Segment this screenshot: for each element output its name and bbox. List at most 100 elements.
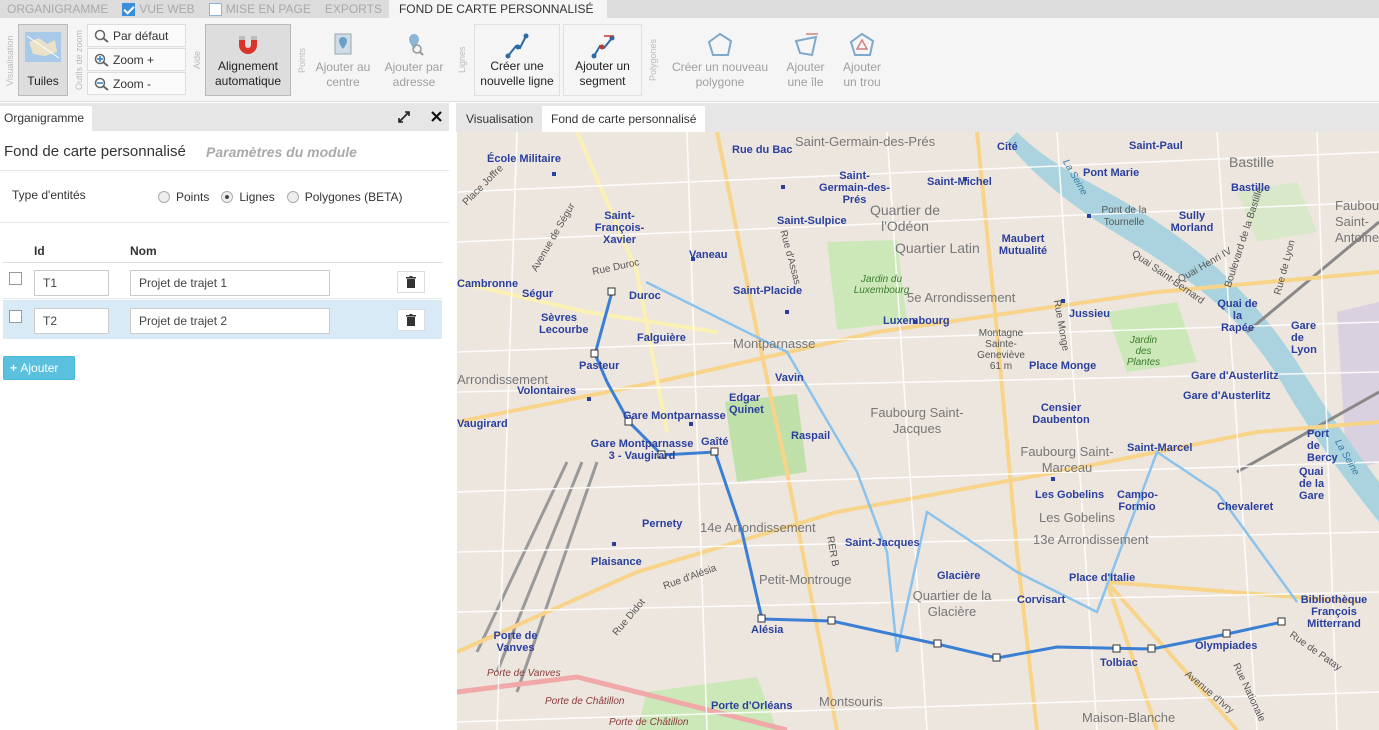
map-label: Quai de la Gare (1299, 466, 1325, 502)
right-panel-tab-bar: Visualisation Fond de carte personnalisé (456, 103, 1379, 132)
column-header-nom: Nom (130, 244, 157, 258)
map-label: Glacière (937, 570, 981, 582)
table-row[interactable]: T2 Projet de trajet 2 (3, 300, 442, 339)
map-label: Pernety (642, 518, 683, 530)
zoom-minus-label: Zoom - (113, 76, 152, 91)
ajouter-trou-button[interactable]: Ajouter un trou (836, 24, 888, 96)
map-label: Jardin du Luxembourg (853, 274, 910, 296)
tab-organigramme[interactable]: ORGANIGRAMME (0, 0, 115, 18)
radio-lignes[interactable] (221, 191, 234, 203)
map-label: Arrondissement (457, 372, 549, 387)
alignement-automatique-button[interactable]: Alignement automatique (205, 24, 291, 96)
par-defaut-label: Par défaut (113, 28, 169, 43)
tab-organigramme-panel[interactable]: Organigramme (0, 106, 92, 131)
panel-subtitle[interactable]: Paramètres du module (206, 144, 357, 160)
mise-en-page-checkbox[interactable] (208, 2, 222, 16)
map-label: Censier Daubenton (1032, 402, 1090, 426)
map-label: 14e Arrondissement (700, 520, 816, 535)
map-label: Tolbiac (1100, 657, 1138, 669)
zoom-minus-button[interactable]: Zoom - (87, 72, 186, 95)
radio-points-label: Points (176, 190, 210, 204)
map-label: Gare d'Austerlitz (1183, 390, 1271, 402)
map-label: Saint-Germain-des-Prés (819, 170, 890, 206)
ajouter-button[interactable]: + Ajouter (3, 356, 75, 380)
ajouter-par-adresse-button[interactable]: Ajouter par adresse (378, 24, 450, 96)
map-label: Quartier de l'Odéon (869, 202, 941, 234)
tab-fond-de-carte[interactable]: FOND DE CARTE PERSONNALISÉ (388, 0, 608, 18)
map-label: Saint-Placide (733, 285, 803, 297)
map-label: Jussieu (1069, 308, 1110, 320)
par-defaut-button[interactable]: Par défaut (87, 24, 186, 47)
zoom-plus-label: Zoom + (113, 52, 155, 67)
tab-exports[interactable]: EXPORTS (318, 0, 389, 18)
magnifier-icon (94, 29, 109, 43)
map-label: Gare de Lyon (1291, 320, 1317, 356)
map-label: Saint-François-Xavier (594, 210, 645, 246)
tab-mise-en-page[interactable]: MISE EN PAGE (202, 0, 318, 18)
ribbon-toolbar: Visualisation Tuiles Outils de zoom Par … (0, 18, 1379, 102)
tab-fond-de-carte-personnalise[interactable]: Fond de carte personnalisé (542, 106, 706, 132)
ajouter-trou-label: Ajouter un trou (842, 60, 882, 89)
map-label: Faubourg Saint-Marceau (1020, 444, 1114, 475)
radio-lignes-label: Lignes (239, 190, 275, 204)
map-label: 13e Arrondissement (1033, 532, 1149, 547)
map-label: Les Gobelins (1035, 489, 1105, 501)
row-checkbox[interactable] (9, 272, 22, 285)
close-icon[interactable] (431, 111, 442, 122)
group-label-points: Points (297, 47, 307, 73)
group-label-aide: Aide (192, 51, 202, 70)
map-label: Porte d'Orléans (711, 700, 793, 712)
map-label: Luxembourg (883, 315, 950, 327)
entity-type-options: Points Lignes Polygones (BETA) (158, 190, 403, 204)
map-label: Gaîté (701, 436, 729, 448)
ajouter-ile-button[interactable]: Ajouter une île (778, 24, 833, 96)
tuiles-button[interactable]: Tuiles (18, 24, 68, 96)
row-checkbox[interactable] (9, 310, 22, 323)
ajouter-segment-label: Ajouter un segment (575, 59, 630, 88)
zoom-plus-button[interactable]: Zoom + (87, 48, 186, 71)
radio-polygones[interactable] (286, 191, 299, 203)
map-label: Olympiades (1195, 640, 1258, 652)
ajouter-ile-label: Ajouter une île (786, 60, 825, 89)
tab-visualisation[interactable]: Visualisation (457, 106, 542, 132)
map-label: Maubert Mutualité (998, 233, 1048, 257)
map-label: Saint-Paul (1129, 140, 1183, 152)
ajouter-segment-button[interactable]: Ajouter un segment (563, 24, 642, 96)
new-line-icon (505, 33, 529, 59)
map-label: Maison-Blanche (1082, 710, 1176, 725)
zoom-in-icon (94, 53, 109, 67)
expand-icon[interactable] (398, 111, 410, 123)
row-nom-field[interactable]: Projet de trajet 1 (130, 270, 330, 296)
creer-ligne-label: Créer une nouvelle ligne (480, 59, 554, 88)
ajouter-au-centre-button[interactable]: Ajouter au centre (311, 24, 375, 96)
map-label: Plaisance (591, 556, 642, 568)
table-row[interactable]: T1 Projet de trajet 1 (3, 263, 442, 299)
delete-button[interactable] (397, 309, 425, 331)
map-label: Place d'Italie (1069, 572, 1136, 584)
map-label: Bibliothèque François Mitterrand (1300, 594, 1368, 630)
row-id-field[interactable]: T2 (34, 308, 109, 334)
map-label: Vaugirard (457, 418, 508, 430)
map-label: Sèvres Lecourbe (539, 312, 589, 336)
map-label: Faubourg Saint-Antoine (1335, 198, 1379, 245)
radio-points[interactable] (158, 191, 170, 203)
map-label: Cambronne (457, 278, 519, 290)
map-label: Porte de Vanves (493, 630, 538, 654)
map-label: Porte de Châtillon (545, 696, 625, 707)
map-view[interactable]: Saint-Germain-des-Prés École Militaire R… (457, 132, 1379, 730)
delete-button[interactable] (397, 271, 425, 293)
ajouter-adresse-label: Ajouter par adresse (384, 60, 444, 89)
main-tab-bar: ORGANIGRAMME VUE WEB MISE EN PAGE EXPORT… (0, 0, 1379, 18)
tab-vue-web[interactable]: VUE WEB (115, 0, 201, 18)
row-id-field[interactable]: T1 (34, 270, 109, 296)
row-nom-field[interactable]: Projet de trajet 2 (130, 308, 330, 334)
map-label: Campo-Formio (1117, 489, 1158, 513)
map-label: Vavin (775, 372, 804, 384)
vue-web-checkbox[interactable] (122, 2, 136, 16)
creer-polygone-button[interactable]: Créer un nouveau polygone (666, 24, 774, 96)
map-label: Alésia (751, 624, 784, 636)
creer-nouvelle-ligne-button[interactable]: Créer une nouvelle ligne (474, 24, 560, 96)
magnet-icon (239, 36, 257, 54)
map-label: Saint-Marcel (1127, 442, 1193, 454)
map-label: Quai de la Rapée (1217, 298, 1258, 334)
